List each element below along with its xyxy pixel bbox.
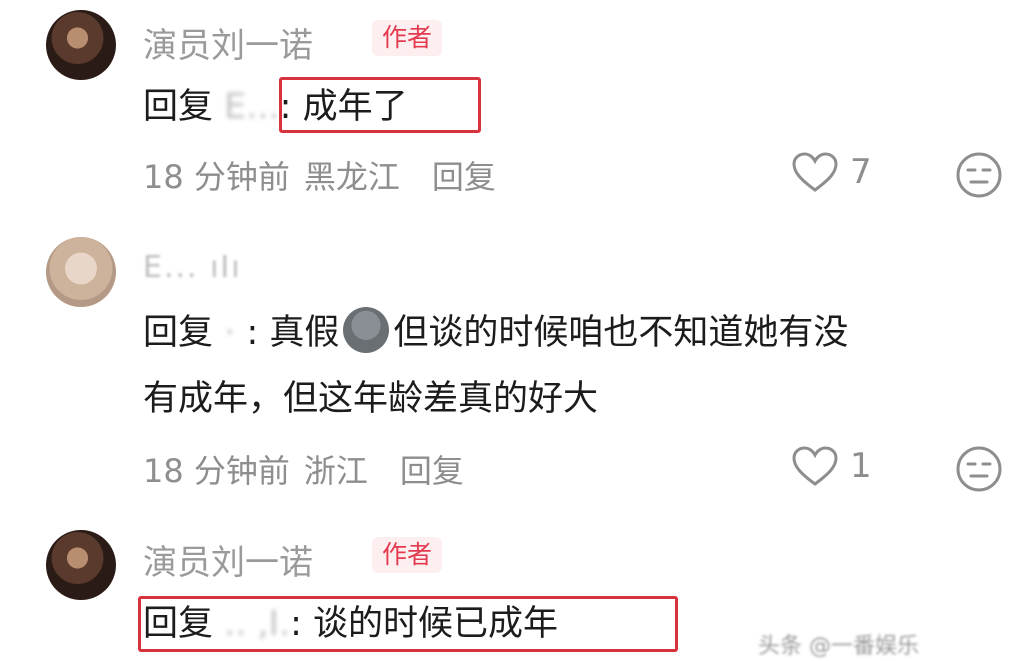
highlight-box: [279, 77, 481, 133]
reply-target[interactable]: ·: [224, 313, 235, 353]
author-badge: 作者: [372, 20, 443, 56]
avatar[interactable]: [46, 237, 116, 307]
like-count: 7: [850, 152, 872, 192]
reply-prefix: 回复: [143, 87, 214, 127]
avatar[interactable]: [46, 530, 116, 600]
like-count: 1: [850, 446, 872, 486]
timestamp: 18 分钟前: [143, 158, 290, 196]
like-button[interactable]: 1: [790, 444, 872, 488]
highlight-box: [138, 596, 678, 652]
heart-icon: [792, 446, 838, 486]
comment-meta: 18 分钟前 浙江 回复: [143, 446, 478, 492]
username[interactable]: 演员刘一诺: [143, 18, 313, 67]
emoji-face-icon[interactable]: [954, 444, 1004, 498]
timestamp: 18 分钟前: [143, 452, 290, 490]
location: 浙江: [303, 452, 368, 490]
comment-text: 回复 · : 真假 但谈的时候咱也不知道她有没: [143, 306, 848, 360]
location: 黑龙江: [303, 158, 400, 196]
comment-meta: 18 分钟前 黑龙江 回复: [143, 152, 510, 198]
emoji-face-icon[interactable]: [954, 150, 1004, 204]
reply-content-part1: 真假: [269, 313, 340, 353]
like-button[interactable]: 7: [790, 150, 872, 194]
username[interactable]: E... ıIı: [143, 250, 242, 285]
reply-button[interactable]: 回复: [432, 158, 496, 196]
comment-text-line2: 有成年，但这年龄差真的好大: [143, 379, 599, 419]
reply-button[interactable]: 回复: [400, 452, 464, 490]
reply-target[interactable]: E...: [224, 87, 280, 127]
watermark: 头条 @一番娱乐: [758, 634, 919, 659]
username[interactable]: 演员刘一诺: [143, 535, 313, 584]
reply-prefix: 回复: [143, 313, 214, 353]
heart-icon: [792, 152, 838, 192]
reply-content-part2: 但谈的时候咱也不知道她有没: [393, 313, 849, 353]
author-badge: 作者: [372, 537, 443, 573]
crying-sticker-icon: [343, 307, 390, 353]
avatar[interactable]: [46, 10, 116, 80]
reply-separator: :: [246, 313, 259, 353]
